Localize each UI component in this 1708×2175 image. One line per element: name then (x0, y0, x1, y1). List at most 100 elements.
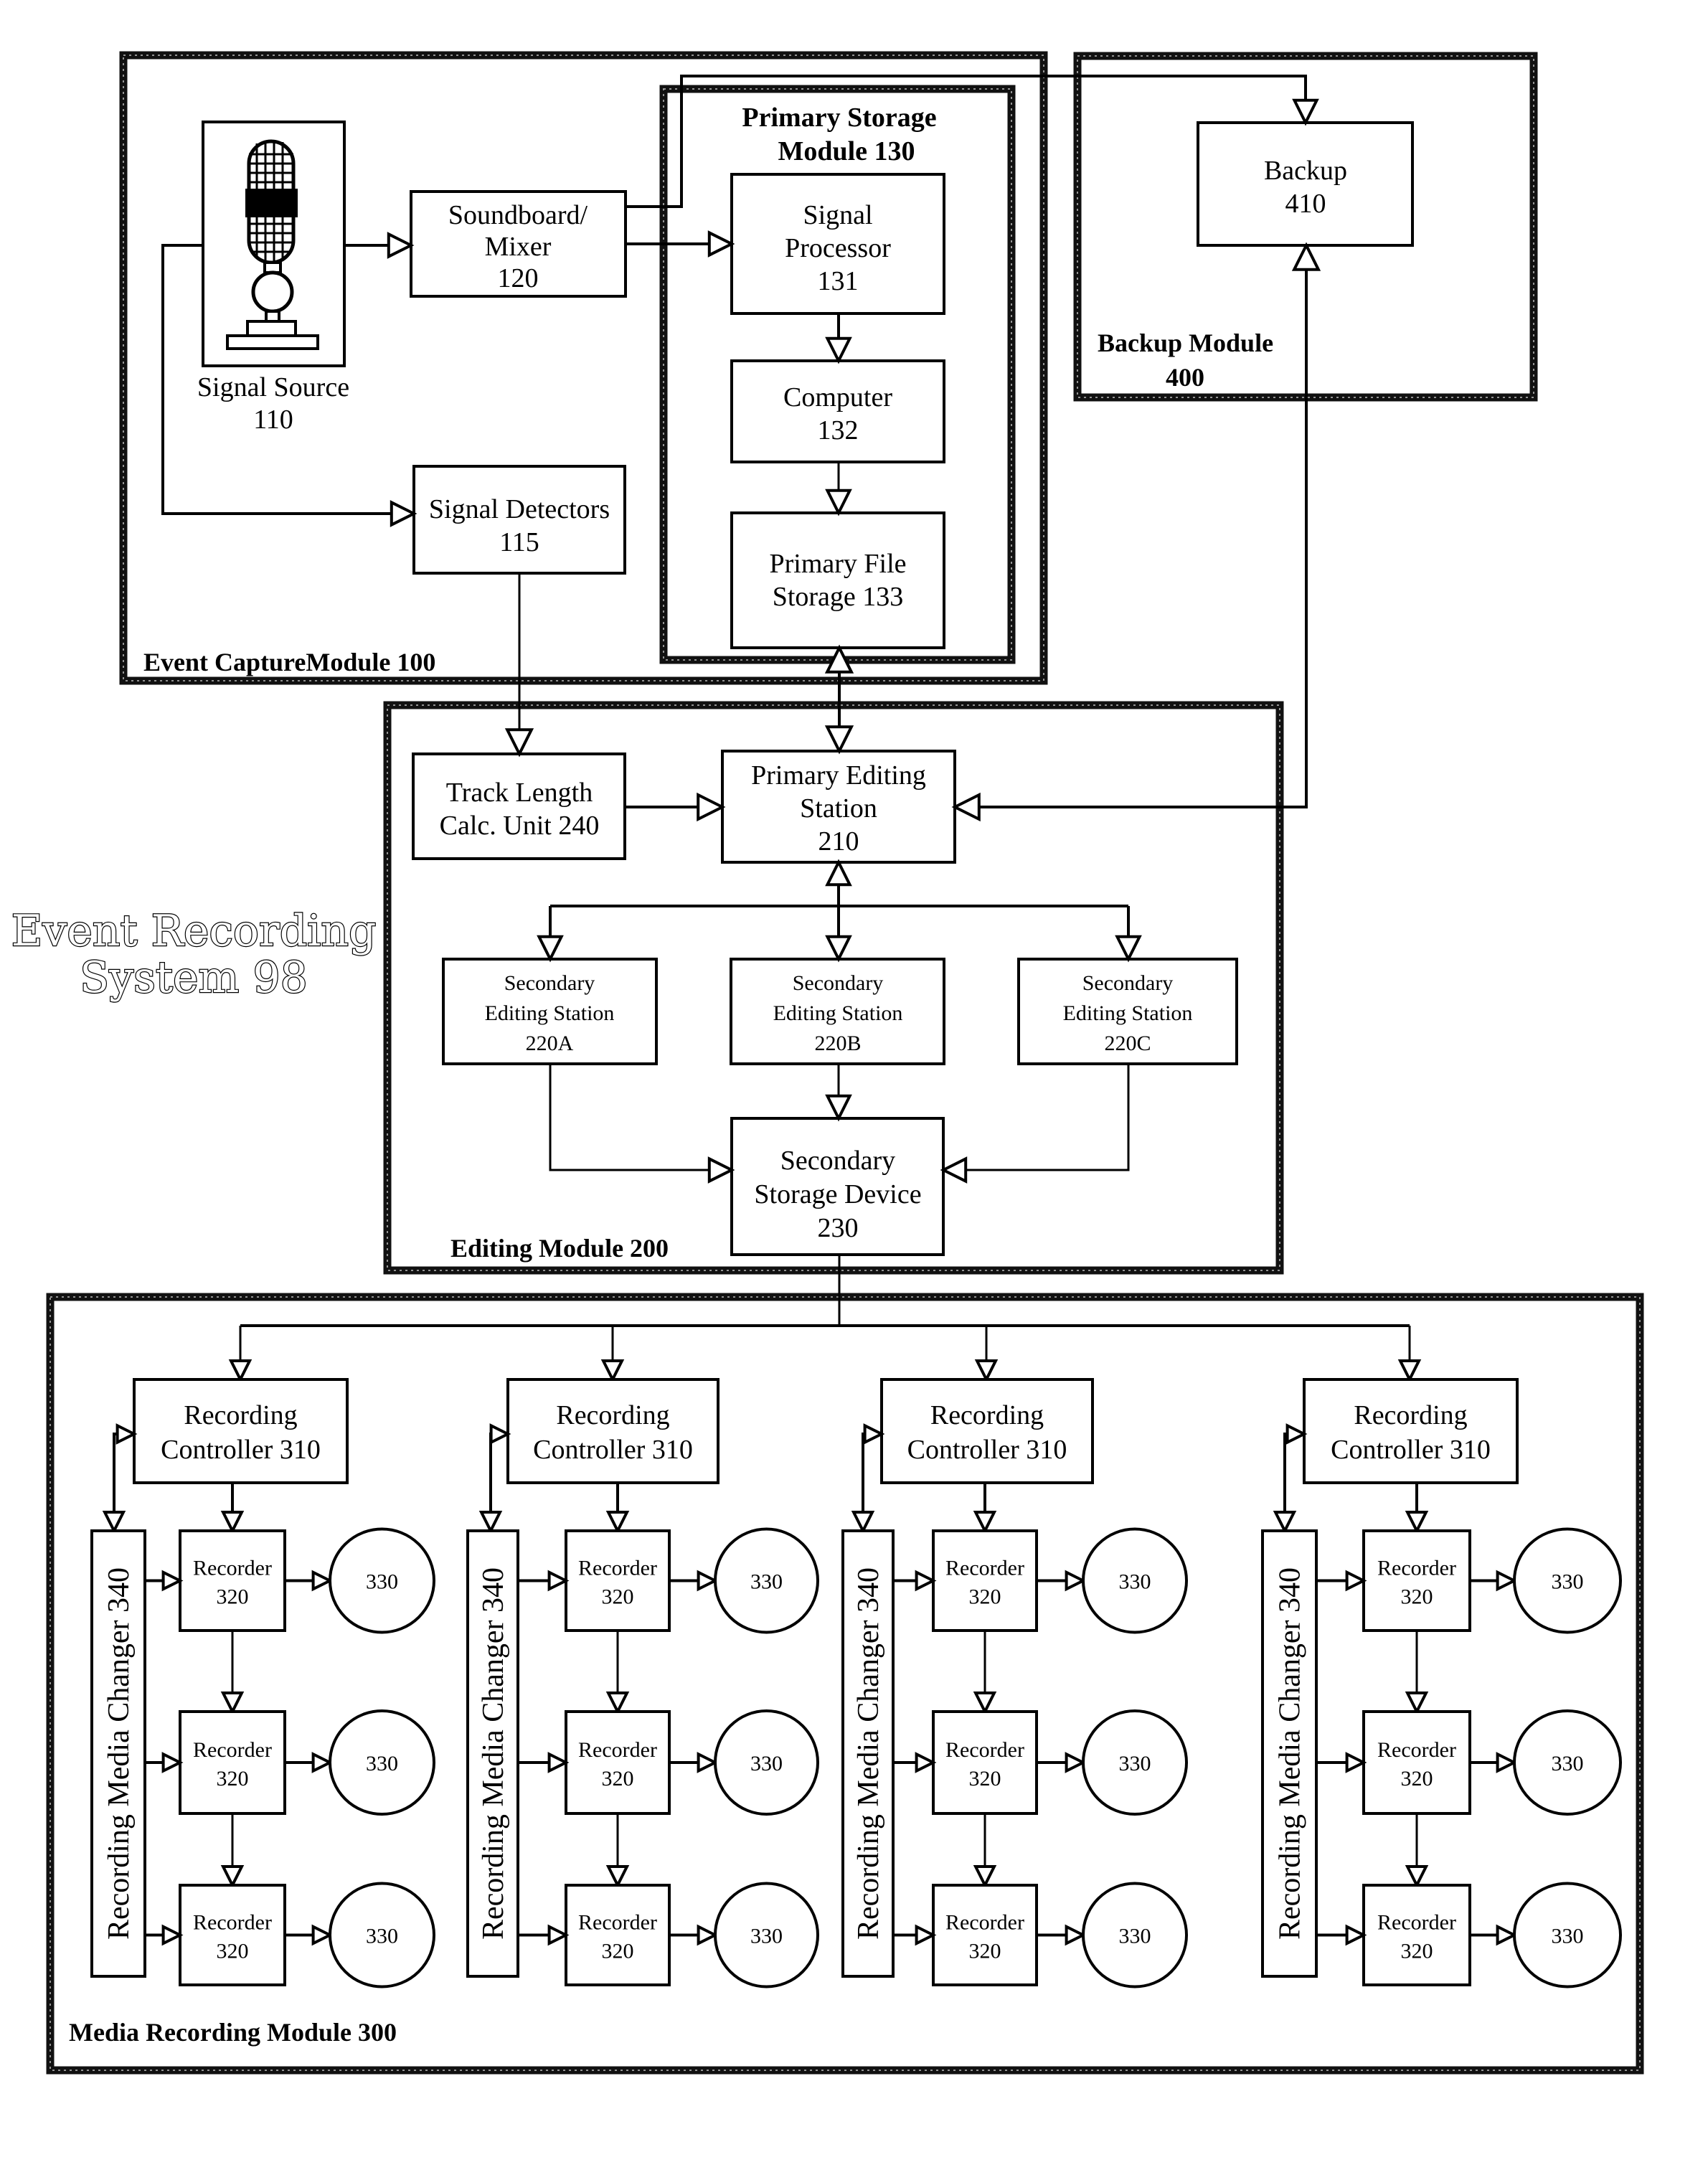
media-label: 330 (366, 1752, 398, 1775)
recorder-number: 320 (217, 1767, 249, 1791)
recorder-frame (932, 1710, 1038, 1815)
backup-to-editing-arrowhead-icon (951, 792, 981, 822)
recording-media-330: 330 (329, 1709, 435, 1816)
primary-storage-module-label-2: Module 130 (778, 136, 915, 166)
secondary-c-line-2: Editing Station (1063, 1001, 1193, 1025)
secondary-c-to-storage-line (943, 1064, 1130, 1171)
controller-input-arrowhead-icon (974, 1359, 999, 1383)
recorder-chain-arrowhead-icon (973, 1865, 997, 1889)
figure-title-line-1: Event Recording (11, 906, 377, 956)
media-label: 330 (750, 1752, 783, 1775)
backup-block: Backup 410 (1197, 121, 1414, 247)
recorder-to-media-arrowhead-icon (311, 1924, 334, 1946)
recording-media-330: 330 (714, 1882, 819, 1988)
recorder-input-arrowhead-icon (973, 1511, 997, 1534)
mixer-to-processor-arrowhead-icon (707, 230, 735, 258)
recorder-label: Recorder (1377, 1911, 1456, 1935)
recorder-block: Recorder 320 (179, 1884, 286, 1986)
changer-to-recorder-arrowhead-icon (547, 1570, 570, 1592)
soundboard-line-2: Mixer (485, 232, 552, 262)
recorder-chain-arrowhead-icon (605, 1692, 630, 1715)
media-label: 330 (1119, 1925, 1151, 1948)
secondary-a-line-2: Editing Station (485, 1001, 615, 1025)
recording-media-330: 330 (1082, 1709, 1188, 1816)
signal-detectors-line-1: Signal Detectors (429, 494, 610, 524)
track-length-arrowhead-icon (504, 728, 534, 758)
recorder-label: Recorder (945, 1738, 1024, 1762)
secondary-b-line-3: 220B (814, 1032, 861, 1055)
recorder-frame (932, 1529, 1038, 1632)
recording-media-changer-label: Recording Media Changer 340 (477, 1567, 510, 1940)
recording-controller-frame (133, 1378, 349, 1484)
changer-arrowhead-icon (1273, 1511, 1297, 1534)
recorder-to-media-arrowhead-icon (1496, 1924, 1518, 1946)
editing-up-arrowhead-icon (825, 859, 852, 887)
computer-block: Computer 132 (730, 359, 945, 463)
recorder-label: Recorder (193, 1911, 272, 1935)
computer-line-1: Computer (783, 382, 892, 412)
recorder-number: 320 (1401, 1585, 1433, 1609)
recorder-block: Recorder 320 (565, 1529, 671, 1632)
track-length-line-1: Track Length (446, 778, 593, 808)
signal-processor-line-2: Processor (785, 233, 891, 263)
signal-source-block: Signal Source 110 (197, 121, 349, 435)
signal-processor-line-3: 131 (818, 266, 859, 296)
recorder-to-media-arrowhead-icon (311, 1752, 334, 1773)
event-recording-system-diagram: Event CaptureModule 100 Primary Storage … (10, 51, 1644, 2075)
secondary-storage-device-block: Secondary Storage Device 230 (730, 1117, 945, 1256)
controller-input-arrowhead-icon (228, 1359, 253, 1383)
secondary-b-arrowhead-icon (825, 935, 852, 963)
secondary-a-to-storage-arrowhead-icon (707, 1156, 735, 1184)
backup-line-2: 410 (1285, 189, 1326, 219)
recording-column-3: Recording Controller 310 Recording Media C… (841, 1326, 1188, 1988)
secondary-storage-line-2: Storage Device (754, 1179, 921, 1209)
backup-module-label-2: 400 (1166, 363, 1204, 392)
soundboard-line-1: Soundboard/ (448, 200, 588, 230)
recorder-number: 320 (217, 1940, 249, 1963)
recording-controller-block: Recording Controller 310 (1303, 1378, 1519, 1484)
recorder-number: 320 (1401, 1767, 1433, 1791)
recorder-chain-arrowhead-icon (1405, 1692, 1429, 1715)
recording-controller-line-2: Controller 310 (533, 1435, 693, 1465)
recording-columns: Recording Controller 310 Recording Media C… (90, 1324, 1622, 1988)
recording-media-changer-label: Recording Media Changer 340 (1274, 1567, 1307, 1940)
recorder-to-media-arrowhead-icon (697, 1752, 719, 1773)
controller-input-arrowhead-icon (1397, 1359, 1422, 1383)
secondary-c-to-storage-arrowhead-icon (940, 1156, 968, 1184)
primary-file-storage-line-1: Primary File (769, 549, 906, 579)
secondary-editing-station-c-block: Secondary Editing Station 220C (1017, 958, 1238, 1065)
secondary-c-arrowhead-icon (1115, 935, 1142, 963)
recording-media-changer-block: Recording Media Changer 340 (466, 1529, 519, 1978)
recorder-block: Recorder 320 (1362, 1529, 1471, 1632)
changer-arrowhead-icon (478, 1511, 503, 1534)
changer-to-recorder-arrowhead-icon (915, 1570, 937, 1592)
recording-column-4: Recording Controller 310 Recording Media C… (1261, 1326, 1622, 1988)
signal-source-number: 110 (253, 405, 293, 435)
recorder-to-media-arrowhead-icon (1496, 1570, 1518, 1592)
recording-controller-line-1: Recording (556, 1400, 669, 1430)
recording-controller-line-1: Recording (1354, 1400, 1467, 1430)
recording-controller-line-1: Recording (930, 1400, 1044, 1430)
primary-editing-line-2: Station (800, 793, 877, 824)
recorder-chain-arrowhead-icon (605, 1865, 630, 1889)
secondary-storage-line-3: 230 (818, 1213, 859, 1243)
primary-editing-station-block: Primary Editing Station 210 (721, 750, 956, 864)
backup-module-label-1: Backup Module (1098, 329, 1273, 357)
recording-controller-frame (1303, 1378, 1519, 1484)
track-length-calc-block: Track Length Calc. Unit 240 (412, 752, 626, 860)
recorder-chain-arrowhead-icon (220, 1865, 245, 1889)
recorder-label: Recorder (1377, 1738, 1456, 1762)
recorder-frame (565, 1529, 671, 1632)
secondary-b-to-storage-arrowhead-icon (825, 1094, 852, 1122)
recorder-label: Recorder (945, 1911, 1024, 1935)
source-to-mixer-arrowhead-icon (387, 232, 415, 259)
secondary-b-line-2: Editing Station (773, 1001, 903, 1025)
editing-to-backup-arrowhead-icon (1291, 242, 1321, 271)
processor-to-computer-arrowhead-icon (825, 336, 852, 364)
recorder-label: Recorder (193, 1738, 272, 1762)
soundboard-mixer-block: Soundboard/ Mixer 120 (410, 190, 627, 298)
recorder-frame (179, 1884, 286, 1986)
recorder-number: 320 (602, 1767, 634, 1791)
recorder-block: Recorder 320 (565, 1710, 671, 1815)
secondary-a-to-storage-line (549, 1064, 732, 1171)
